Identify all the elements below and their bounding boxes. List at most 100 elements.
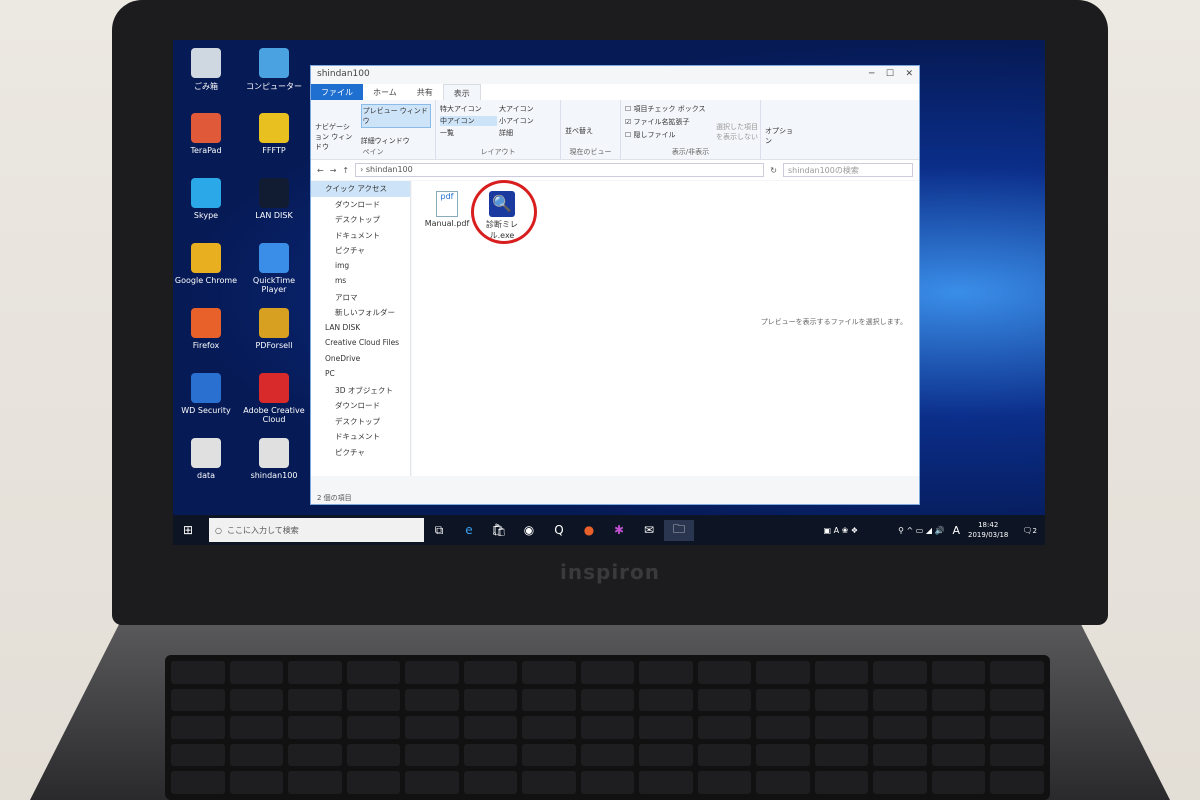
key: [580, 688, 635, 712]
key: [873, 743, 927, 767]
desktop-icon[interactable]: Firefox: [173, 308, 239, 350]
ribbon: ナビゲーション ウィンドウ プレビュー ウィンドウ 詳細ウィンドウ ペイン 特大…: [311, 100, 919, 160]
sort-button[interactable]: 並べ替え: [565, 104, 616, 136]
maximize-button[interactable]: ☐: [886, 69, 894, 79]
search-input[interactable]: shindan100の検索: [783, 163, 913, 177]
item-checkbox-toggle[interactable]: ☐ 項目チェック ボックス: [625, 104, 756, 114]
desktop-icon[interactable]: data: [173, 438, 239, 480]
desktop-icon[interactable]: コンピューター: [241, 48, 307, 92]
nav-item[interactable]: OneDrive: [311, 352, 410, 368]
desktop-icon[interactable]: LAN DISK: [241, 178, 307, 220]
key: [580, 661, 635, 684]
minimize-button[interactable]: ─: [869, 69, 874, 79]
layout-option[interactable]: 小アイコン: [499, 116, 556, 126]
key: [756, 771, 810, 794]
tab-view[interactable]: 表示: [442, 84, 481, 100]
key: [931, 661, 986, 684]
file-explorer-icon[interactable]: 🗀: [664, 519, 694, 541]
clock[interactable]: 18:42 2019/03/18: [968, 520, 1008, 540]
desktop-icon[interactable]: shindan100: [241, 438, 307, 480]
task-view-icon[interactable]: ⧉: [424, 523, 454, 538]
file-list: pdf Manual.pdf 🔍 診断ミレル.exe プレビューを表示するファイ…: [412, 180, 919, 476]
layout-option[interactable]: 中アイコン: [440, 116, 497, 126]
nav-item[interactable]: PC: [311, 367, 410, 383]
options-button[interactable]: オプション: [765, 104, 797, 146]
desktop-icon[interactable]: WD Security: [173, 373, 239, 415]
app-icon: [259, 438, 289, 468]
taskbar-search[interactable]: ○ ここに入力して検索: [209, 518, 424, 542]
edge-icon[interactable]: e: [454, 523, 484, 537]
key: [229, 716, 284, 739]
desktop-icon[interactable]: PDForsell: [241, 308, 307, 350]
key: [931, 716, 986, 739]
hide-selected-button[interactable]: 選択した項目を表示しない: [716, 122, 758, 142]
tab-file[interactable]: ファイル: [311, 84, 363, 100]
app-icon: [259, 243, 289, 273]
desktop-icon[interactable]: Adobe Creative Cloud: [241, 373, 307, 424]
nav-item[interactable]: LAN DISK: [311, 321, 410, 337]
tray-icons[interactable]: ▣ A ❀ ❖: [824, 526, 859, 535]
nav-item[interactable]: Creative Cloud Files: [311, 336, 410, 352]
key: [522, 716, 576, 739]
store-icon[interactable]: 🛍: [484, 523, 514, 537]
firefox-icon[interactable]: ●: [574, 523, 604, 537]
tab-share[interactable]: 共有: [407, 84, 443, 100]
address-bar[interactable]: › shindan100: [355, 163, 765, 177]
layout-option[interactable]: 詳細: [499, 128, 556, 138]
nav-item[interactable]: 新しいフォルダー: [311, 305, 410, 321]
nav-item[interactable]: 3D オブジェクト: [311, 383, 410, 399]
details-pane-button[interactable]: 詳細ウィンドウ: [361, 136, 431, 146]
desktop-icon[interactable]: Skype: [173, 178, 239, 220]
back-button[interactable]: ←: [317, 166, 324, 175]
ime-indicator[interactable]: A: [952, 524, 960, 537]
key: [463, 743, 518, 767]
desktop-icon[interactable]: Google Chrome: [173, 243, 239, 285]
key: [346, 716, 401, 739]
nav-item[interactable]: ドキュメント: [311, 429, 410, 445]
app-icon[interactable]: ✱: [604, 523, 634, 537]
highlight-circle: [471, 180, 537, 244]
navigation-pane-button[interactable]: ナビゲーション ウィンドウ: [315, 104, 357, 152]
tab-home[interactable]: ホーム: [363, 84, 407, 100]
desktop-icon[interactable]: QuickTime Player: [241, 243, 307, 294]
nav-item[interactable]: クイック アクセス: [311, 181, 410, 197]
nav-item[interactable]: デスクトップ: [311, 414, 410, 430]
nav-item[interactable]: アロマ: [311, 290, 410, 306]
mail-icon[interactable]: ✉: [634, 523, 664, 537]
app-icon: [191, 373, 221, 403]
key: [990, 743, 1044, 767]
start-button[interactable]: ⊞: [173, 523, 203, 537]
key: [522, 771, 576, 794]
quicktime-icon[interactable]: Q: [544, 523, 574, 537]
desktop-icon[interactable]: TeraPad: [173, 113, 239, 155]
nav-item[interactable]: img: [311, 259, 410, 275]
preview-pane-button[interactable]: プレビュー ウィンドウ: [360, 104, 431, 128]
brand-logo: inspiron: [560, 560, 661, 584]
layout-option[interactable]: 大アイコン: [499, 104, 556, 114]
keyboard: [165, 655, 1050, 800]
layout-option[interactable]: 特大アイコン: [440, 104, 497, 114]
show-hide-caption: 表示/非表示: [671, 148, 710, 156]
refresh-icon[interactable]: ↻: [770, 166, 777, 175]
nav-item[interactable]: ダウンロード: [311, 398, 410, 414]
nav-item[interactable]: ドキュメント: [311, 228, 410, 244]
notification-icon[interactable]: 🗨2: [1022, 526, 1037, 535]
layout-option[interactable]: 一覧: [440, 128, 497, 138]
desktop-icon[interactable]: ごみ箱: [173, 48, 239, 92]
chrome-icon[interactable]: ◉: [514, 523, 544, 537]
nav-item[interactable]: ダウンロード: [311, 197, 410, 213]
desktop-icon[interactable]: FFFTP: [241, 113, 307, 155]
tray-system-icons[interactable]: ⚲ ^ ▭ ◢ 🔊: [898, 526, 944, 535]
close-button[interactable]: ✕: [905, 69, 913, 79]
key: [288, 661, 342, 684]
nav-item[interactable]: ピクチャ: [311, 243, 410, 259]
nav-item[interactable]: ピクチャ: [311, 445, 410, 461]
key: [171, 771, 225, 794]
key: [288, 716, 342, 739]
file-manual-pdf[interactable]: pdf Manual.pdf: [422, 191, 472, 228]
nav-item[interactable]: デスクトップ: [311, 212, 410, 228]
key: [639, 716, 693, 739]
nav-item[interactable]: ms: [311, 274, 410, 290]
forward-button[interactable]: →: [330, 166, 337, 175]
up-button[interactable]: ↑: [342, 166, 349, 175]
